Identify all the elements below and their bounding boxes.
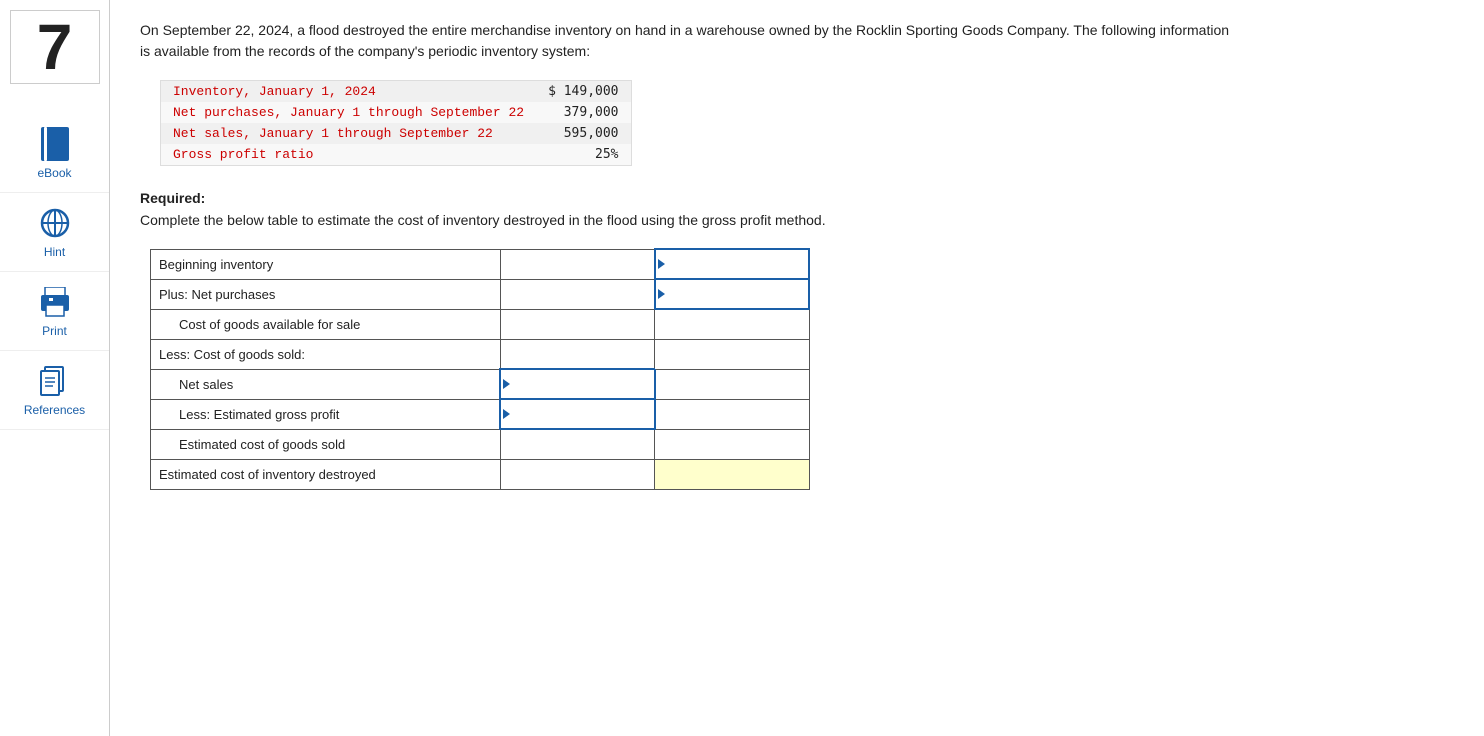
- input-col1[interactable]: [500, 369, 654, 399]
- table-row: Net sales: [151, 369, 810, 399]
- ebook-icon: [37, 126, 73, 162]
- info-table: Inventory, January 1, 2024$ 149,000Net p…: [160, 80, 632, 166]
- row-label: Estimated cost of goods sold: [151, 429, 501, 459]
- table-row: Cost of goods available for sale: [151, 309, 810, 339]
- input-col2[interactable]: [655, 429, 809, 459]
- sidebar-item-references[interactable]: References: [0, 351, 109, 430]
- input-col2[interactable]: [655, 279, 809, 309]
- sidebar-item-print-label: Print: [42, 324, 67, 338]
- info-label: Net purchases, January 1 through Septemb…: [161, 102, 537, 123]
- row-label: Less: Cost of goods sold:: [151, 339, 501, 369]
- input-col2[interactable]: [655, 309, 809, 339]
- sidebar-item-ebook[interactable]: eBook: [0, 114, 109, 193]
- references-icon: [37, 363, 73, 399]
- input-col1[interactable]: [500, 279, 654, 309]
- row-label: Beginning inventory: [151, 249, 501, 279]
- table-row: Estimated cost of inventory destroyed: [151, 459, 810, 489]
- sidebar: 7 eBook Hint: [0, 0, 110, 736]
- sidebar-item-hint[interactable]: Hint: [0, 193, 109, 272]
- input-col1[interactable]: [500, 459, 654, 489]
- info-label: Gross profit ratio: [161, 144, 537, 166]
- row-label: Plus: Net purchases: [151, 279, 501, 309]
- info-label: Net sales, January 1 through September 2…: [161, 123, 537, 144]
- row-label: Less: Estimated gross profit: [151, 399, 501, 429]
- answer-table: Beginning inventoryPlus: Net purchasesCo…: [150, 248, 810, 490]
- table-row: Less: Cost of goods sold:: [151, 339, 810, 369]
- sidebar-item-ebook-label: eBook: [37, 166, 71, 180]
- sidebar-item-hint-label: Hint: [44, 245, 65, 259]
- table-row: Estimated cost of goods sold: [151, 429, 810, 459]
- print-icon: [37, 284, 73, 320]
- input-col1[interactable]: [500, 429, 654, 459]
- input-col2[interactable]: [655, 369, 809, 399]
- input-col2[interactable]: [655, 339, 809, 369]
- info-value: $ 149,000: [536, 81, 631, 103]
- sidebar-item-print[interactable]: Print: [0, 272, 109, 351]
- info-value: 379,000: [536, 102, 631, 123]
- table-row: Plus: Net purchases: [151, 279, 810, 309]
- input-col2[interactable]: [655, 399, 809, 429]
- table-row: Beginning inventory: [151, 249, 810, 279]
- sidebar-item-references-label: References: [24, 403, 85, 417]
- required-text: Complete the below table to estimate the…: [140, 212, 1454, 228]
- required-label: Required:: [140, 190, 1454, 206]
- info-label: Inventory, January 1, 2024: [161, 81, 537, 103]
- input-col1[interactable]: [500, 249, 654, 279]
- input-col1[interactable]: [500, 339, 654, 369]
- input-col2[interactable]: [655, 249, 809, 279]
- row-label: Net sales: [151, 369, 501, 399]
- input-col2[interactable]: [655, 459, 809, 489]
- info-value: 25%: [536, 144, 631, 166]
- intro-paragraph: On September 22, 2024, a flood destroyed…: [140, 20, 1240, 62]
- row-label: Estimated cost of inventory destroyed: [151, 459, 501, 489]
- input-col1[interactable]: [500, 399, 654, 429]
- row-label: Cost of goods available for sale: [151, 309, 501, 339]
- main-content: On September 22, 2024, a flood destroyed…: [110, 0, 1484, 736]
- input-col1[interactable]: [500, 309, 654, 339]
- table-row: Less: Estimated gross profit: [151, 399, 810, 429]
- info-value: 595,000: [536, 123, 631, 144]
- hint-icon: [37, 205, 73, 241]
- question-number: 7: [10, 10, 100, 84]
